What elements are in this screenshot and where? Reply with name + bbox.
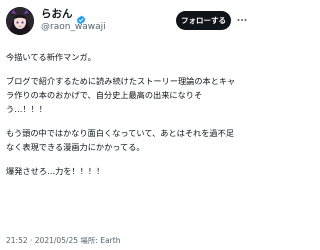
tweet-time[interactable]: 21:52 [6,236,28,245]
tweet-paragraph: 今描いてる新作マンガ。 [6,52,96,62]
name-row: らおん [41,8,86,24]
tweet-paragraph: もう頭の中ではかなり面白くなっていて、あとはそれを過不足なく表現できる漫画力にか… [6,128,234,152]
tweet-date[interactable]: 2021/05/25 [35,236,78,245]
location-label: 場所: [80,236,98,245]
follow-button[interactable]: フォローする [176,11,231,30]
more-options-icon[interactable] [236,14,248,26]
tweet-paragraph: ブログで紹介するために読み続けたストーリー理論の本とキャラ作りの本のおかげで、自… [6,76,236,114]
verified-badge-icon [76,10,86,24]
tweet-paragraph: 爆発させろ…力を！！！！ [6,166,105,176]
user-handle[interactable]: @raon_wawaji [41,22,106,33]
tweet-meta: 21:52 · 2021/05/25 場所: Earth [6,236,120,246]
tweet-text: 今描いてる新作マンガ。 ブログで紹介するために読み続けたストーリー理論の本とキャ… [6,50,242,188]
avatar-portrait-icon [6,7,34,35]
tweet-location[interactable]: Earth [100,236,120,245]
tweet-header: らおん @raon_wawaji フォローする [6,7,247,37]
avatar[interactable] [6,7,34,35]
display-name[interactable]: らおん [41,8,73,21]
